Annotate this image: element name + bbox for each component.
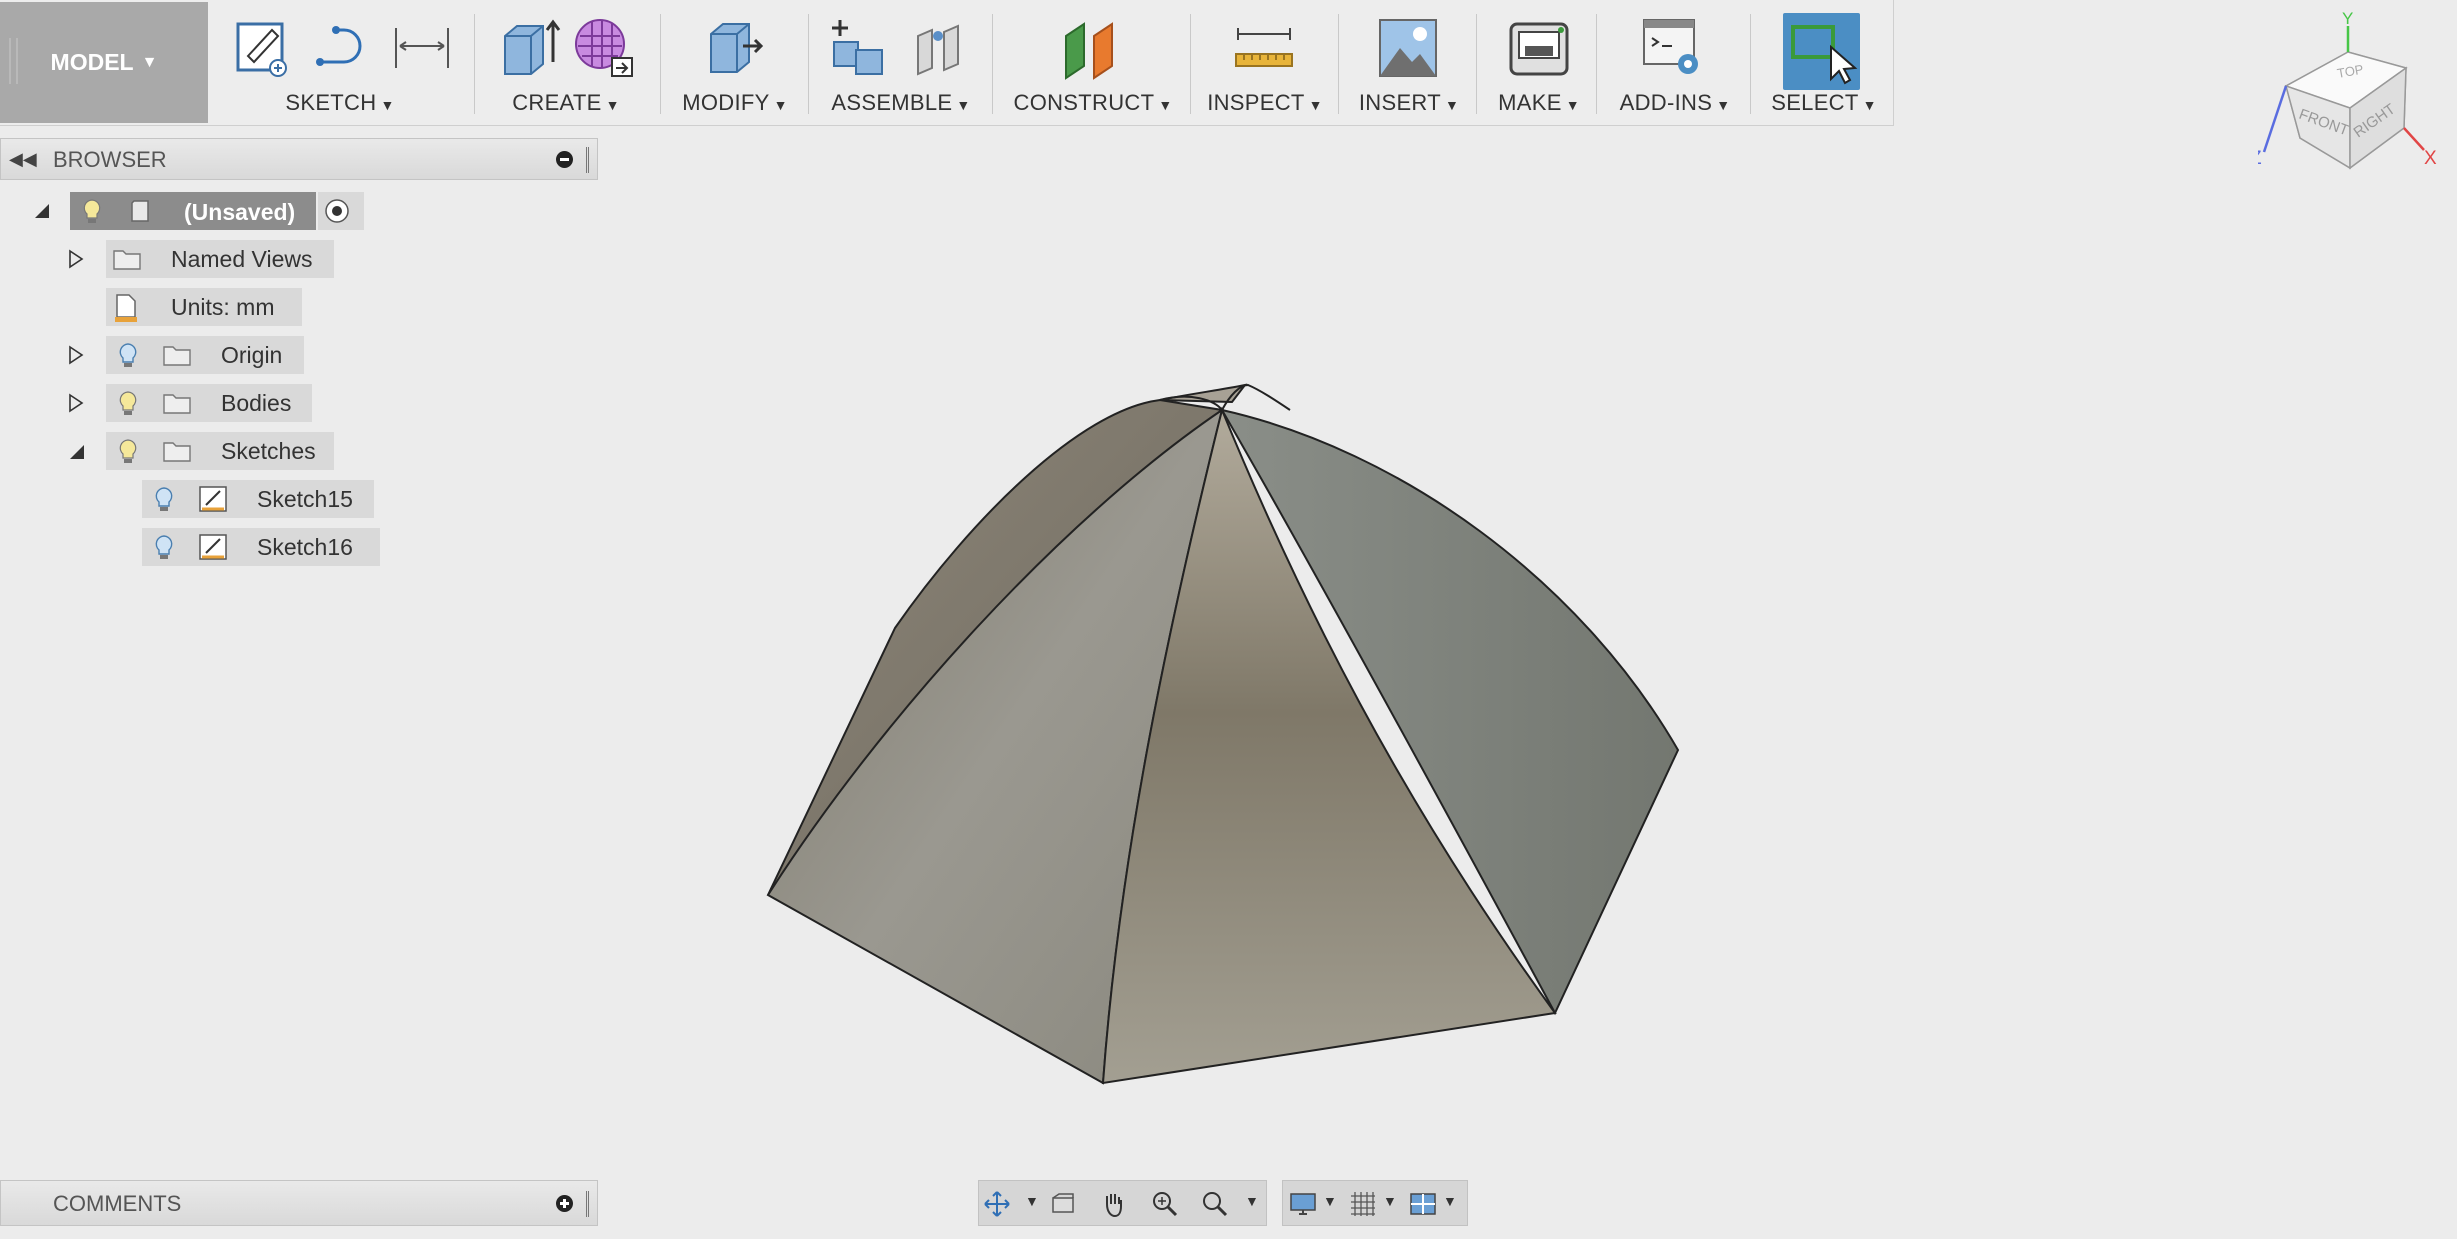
loft-body[interactable] (766, 383, 1680, 1085)
chevron-down-icon[interactable]: ▼ (1443, 1193, 1457, 1209)
panel-resize-handle[interactable] (586, 1191, 589, 1217)
orbit-icon[interactable] (983, 1190, 1011, 1218)
chevron-down-icon[interactable]: ▼ (1323, 1193, 1337, 1209)
zoom-icon[interactable] (1151, 1190, 1179, 1218)
display-settings-icon[interactable] (1289, 1190, 1317, 1218)
chevron-down-icon[interactable]: ▼ (1383, 1193, 1397, 1209)
navigation-toolbar: ▼ ▼ (978, 1180, 1267, 1226)
comments-panel-header[interactable]: COMMENTS (0, 1180, 598, 1226)
chevron-down-icon[interactable]: ▼ (1025, 1193, 1039, 1209)
pan-hand-icon[interactable] (1099, 1190, 1127, 1218)
add-comment-button[interactable] (556, 1195, 573, 1212)
look-at-icon[interactable] (1049, 1190, 1077, 1218)
viewports-icon[interactable] (1409, 1190, 1437, 1218)
display-settings-toolbar: ▼ ▼ ▼ (1282, 1180, 1468, 1226)
grid-icon[interactable] (1349, 1190, 1377, 1218)
comments-title: COMMENTS (53, 1191, 182, 1216)
zoom-window-icon[interactable] (1201, 1190, 1229, 1218)
3d-viewport[interactable] (0, 0, 2457, 1239)
chevron-down-icon[interactable]: ▼ (1245, 1193, 1259, 1209)
